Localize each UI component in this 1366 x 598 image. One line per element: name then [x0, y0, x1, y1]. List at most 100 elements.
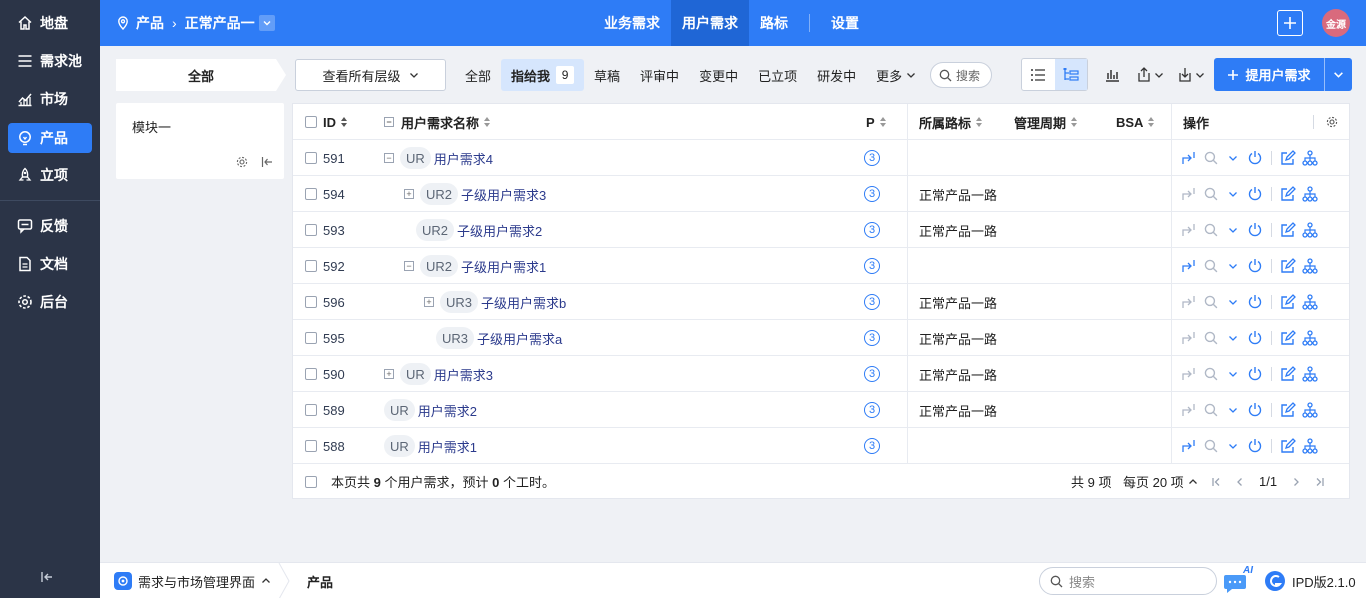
select-all-checkbox[interactable] [305, 116, 317, 128]
row-expand-toggle[interactable]: + [384, 356, 400, 392]
review-search-icon[interactable] [1200, 392, 1222, 428]
sidebar-item-1[interactable]: 需求池 [8, 46, 92, 76]
column-header-cycle[interactable]: 管理周期 [1014, 104, 1078, 140]
review-search-icon[interactable] [1200, 284, 1222, 320]
edit-icon[interactable] [1277, 428, 1299, 464]
more-chevron-down-icon[interactable] [1222, 284, 1244, 320]
review-search-icon[interactable] [1200, 320, 1222, 356]
review-search-icon[interactable] [1200, 248, 1222, 284]
create-menu-toggle[interactable] [1325, 58, 1352, 91]
tree-view-button[interactable] [1054, 59, 1087, 90]
split-tree-icon[interactable] [1299, 428, 1321, 464]
export-button[interactable] [1136, 66, 1164, 84]
row-expand-toggle[interactable]: − [384, 140, 400, 176]
row-name-link[interactable]: UR 用户需求4 [400, 140, 493, 176]
filter-tab-3[interactable]: 评审中 [630, 59, 689, 91]
review-search-icon[interactable] [1200, 428, 1222, 464]
row-expand-toggle[interactable]: + [424, 284, 440, 320]
level-select[interactable]: 查看所有层级 [295, 59, 446, 91]
review-search-icon[interactable] [1200, 212, 1222, 248]
last-page-icon[interactable] [1315, 477, 1325, 487]
edit-icon[interactable] [1277, 392, 1299, 428]
list-view-button[interactable] [1022, 59, 1055, 90]
breadcrumb-product[interactable]: 正常产品一 [185, 13, 255, 33]
link-requirement-icon[interactable] [1178, 176, 1200, 212]
first-page-icon[interactable] [1211, 477, 1221, 487]
row-checkbox[interactable] [305, 224, 317, 236]
link-requirement-icon[interactable] [1178, 212, 1200, 248]
edit-icon[interactable] [1277, 284, 1299, 320]
close-power-icon[interactable] [1244, 392, 1266, 428]
split-tree-icon[interactable] [1299, 212, 1321, 248]
sidebar-item-4[interactable]: 立项 [8, 160, 92, 190]
row-name-link[interactable]: UR2 子级用户需求1 [420, 248, 546, 284]
row-checkbox[interactable] [305, 296, 317, 308]
column-header-name[interactable]: 用户需求名称 [401, 104, 491, 140]
row-name-link[interactable]: UR 用户需求1 [384, 428, 477, 464]
table-row[interactable]: 592 − UR2 子级用户需求1 3 [293, 248, 1349, 284]
scope-tab-all[interactable]: 全部 [116, 59, 286, 91]
row-checkbox[interactable] [305, 332, 317, 344]
create-plus-button[interactable] [1277, 10, 1303, 36]
ai-assistant-button[interactable]: AI [1224, 565, 1254, 595]
row-name-link[interactable]: UR2 子级用户需求2 [416, 212, 542, 248]
sidebar-item-2[interactable]: 市场 [8, 84, 92, 114]
split-tree-icon[interactable] [1299, 284, 1321, 320]
module-settings-gear-icon[interactable] [236, 156, 248, 168]
top-nav-tab-1[interactable]: 用户需求 [671, 0, 749, 46]
global-search-input[interactable]: 搜索 [1039, 567, 1217, 595]
row-checkbox[interactable] [305, 260, 317, 272]
column-header-bsa[interactable]: BSA [1116, 104, 1155, 140]
split-tree-icon[interactable] [1299, 320, 1321, 356]
close-power-icon[interactable] [1244, 284, 1266, 320]
link-requirement-icon[interactable] [1178, 140, 1200, 176]
column-header-priority[interactable]: P [866, 104, 887, 140]
filter-tab-2[interactable]: 草稿 [584, 59, 630, 91]
import-button[interactable] [1177, 66, 1205, 84]
close-power-icon[interactable] [1244, 356, 1266, 392]
edit-icon[interactable] [1277, 356, 1299, 392]
more-chevron-down-icon[interactable] [1222, 140, 1244, 176]
split-tree-icon[interactable] [1299, 356, 1321, 392]
edit-icon[interactable] [1277, 320, 1299, 356]
row-expand-toggle[interactable]: − [404, 248, 420, 284]
more-chevron-down-icon[interactable] [1222, 428, 1244, 464]
link-requirement-icon[interactable] [1178, 356, 1200, 392]
filter-tab-4[interactable]: 变更中 [689, 59, 748, 91]
report-button[interactable] [1104, 66, 1120, 84]
sidebar-item-6[interactable]: 文档 [8, 249, 92, 279]
per-page-select[interactable]: 每页 20 项 [1123, 472, 1198, 491]
bottom-crumb[interactable]: 产品 [307, 563, 333, 598]
filter-tab-7[interactable]: 更多 [866, 59, 926, 91]
create-user-requirement-main[interactable]: 提用户需求 [1214, 58, 1325, 91]
sidebar-item-7[interactable]: 后台 [8, 287, 92, 317]
more-chevron-down-icon[interactable] [1222, 212, 1244, 248]
link-requirement-icon[interactable] [1178, 392, 1200, 428]
split-tree-icon[interactable] [1299, 140, 1321, 176]
user-avatar[interactable]: 金源 [1322, 9, 1350, 37]
sidebar-item-5[interactable]: 反馈 [8, 211, 92, 241]
row-checkbox[interactable] [305, 440, 317, 452]
table-row[interactable]: 588 UR 用户需求1 3 [293, 428, 1349, 464]
next-page-icon[interactable] [1291, 477, 1301, 487]
table-row[interactable]: 594 + UR2 子级用户需求3 3 正常产品一路 [293, 176, 1349, 212]
module-item[interactable]: 模块一 [132, 117, 171, 136]
row-checkbox[interactable] [305, 368, 317, 380]
top-nav-tab-3[interactable]: 设置 [820, 0, 870, 46]
split-tree-icon[interactable] [1299, 176, 1321, 212]
link-requirement-icon[interactable] [1178, 320, 1200, 356]
table-row[interactable]: 595 UR3 子级用户需求a 3 正常产品一路 [293, 320, 1349, 356]
split-tree-icon[interactable] [1299, 392, 1321, 428]
more-chevron-down-icon[interactable] [1222, 356, 1244, 392]
row-expand-toggle[interactable]: + [404, 176, 420, 212]
filter-tab-1[interactable]: 指给我 9 [501, 59, 585, 91]
row-name-link[interactable]: UR3 子级用户需求a [436, 320, 562, 356]
link-requirement-icon[interactable] [1178, 248, 1200, 284]
sidebar-collapse-icon[interactable] [40, 570, 58, 588]
edit-icon[interactable] [1277, 248, 1299, 284]
review-search-icon[interactable] [1200, 176, 1222, 212]
top-nav-tab-0[interactable]: 业务需求 [593, 0, 671, 46]
review-search-icon[interactable] [1200, 140, 1222, 176]
close-power-icon[interactable] [1244, 428, 1266, 464]
table-row[interactable]: 589 UR 用户需求2 3 正常产品一路 [293, 392, 1349, 428]
